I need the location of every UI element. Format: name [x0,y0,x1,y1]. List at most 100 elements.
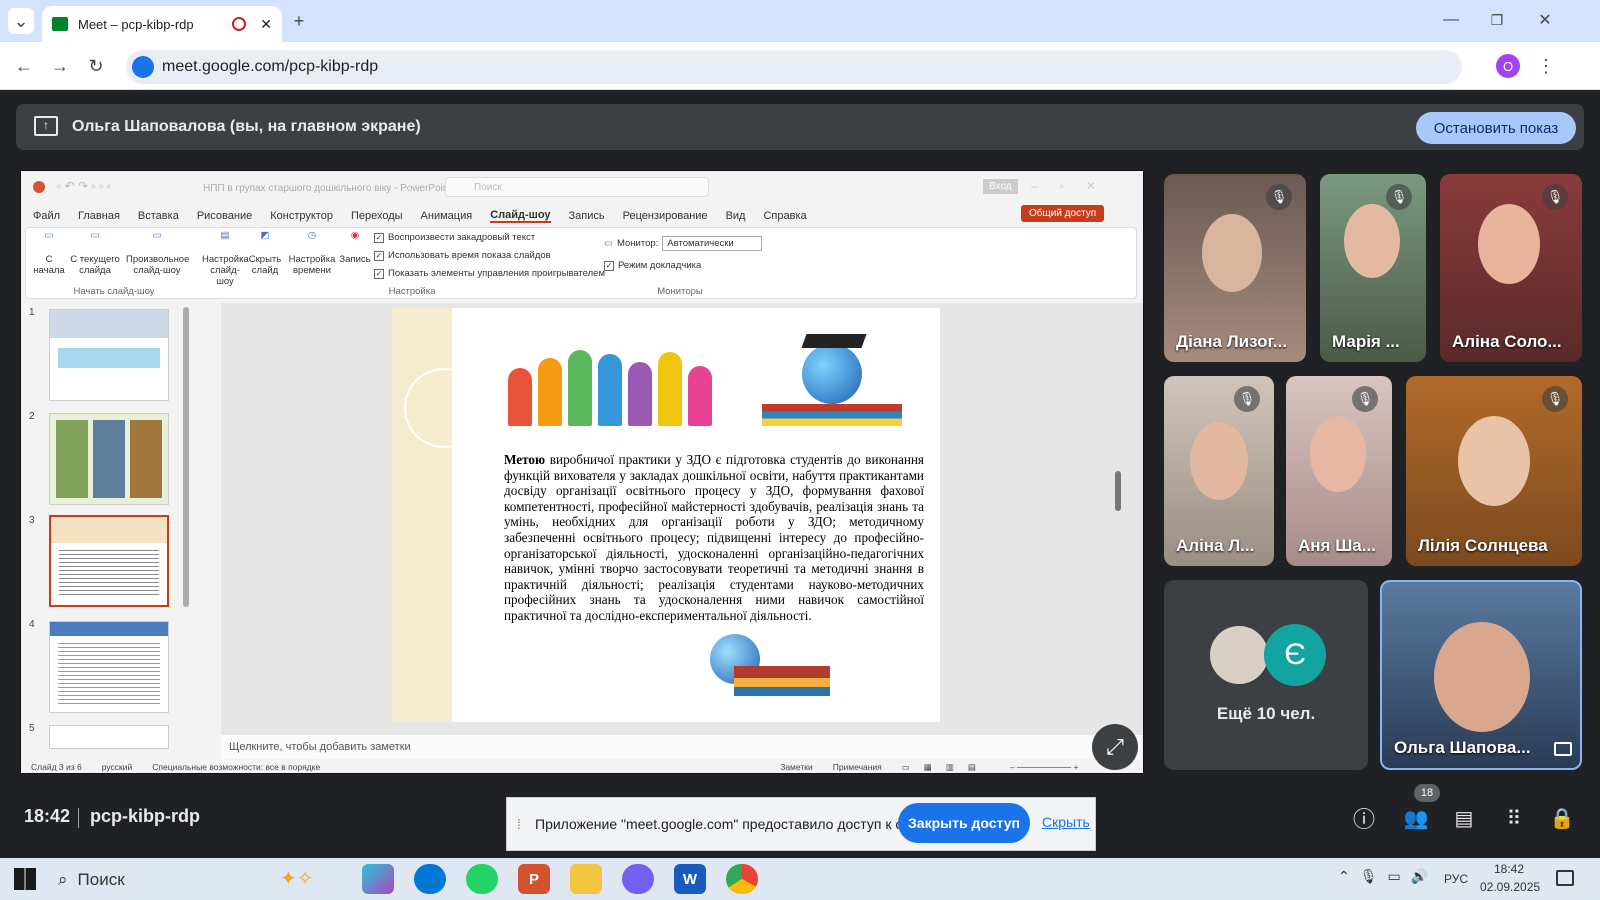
host-controls-icon[interactable]: 🔒 [1548,804,1576,832]
stop-presenting-button[interactable]: Остановить показ [1416,112,1576,144]
file-explorer-icon[interactable] [570,864,602,894]
copilot-icon[interactable] [362,864,394,894]
mic-off-icon: 🎙 [1542,386,1568,412]
ppt-menu-draw[interactable]: Рисование [197,210,252,222]
quick-access-icons[interactable]: ▫ ↶ ↷ ▫ ▫ ▫ [57,179,111,193]
from-current-button[interactable]: ▭ С текущего слайда [70,230,120,276]
participant-tile-2[interactable]: 🎙 Марія ... [1320,174,1426,362]
ppt-menu-review[interactable]: Рецензирование [623,210,708,222]
restore-icon[interactable]: ❐ [1482,6,1512,34]
slideshow-start-icon: ▭ [44,230,54,241]
participant-tile-3[interactable]: 🎙 Аліна Соло... [1440,174,1582,362]
status-notes[interactable]: Заметки [780,762,813,772]
meet-favicon-icon [52,17,68,31]
fullscreen-button[interactable]: ⤢ [1092,724,1138,770]
monitor-select[interactable]: Автоматически [662,236,763,251]
reload-icon[interactable]: ↻ [82,52,110,80]
forward-icon[interactable]: → [46,52,74,80]
browser-tab[interactable]: Meet – pcp-kibp-rdp ✕ [42,6,282,42]
participant-tile-5[interactable]: 🎙 Аня Ша... [1286,376,1392,566]
thumbs-scrollbar[interactable] [183,307,189,607]
people-icon[interactable]: 👥 [1400,804,1432,832]
hide-notice-link[interactable]: Скрыть [1042,814,1090,830]
slide-thumbnail-5[interactable] [49,725,169,749]
slide-body-text[interactable]: Метою виробничої практики у ЗДО є підгот… [504,452,924,624]
slide-scrollbar[interactable] [1115,471,1121,511]
site-info-icon[interactable] [132,56,154,78]
group-start-label: Начать слайд-шоу [73,286,155,297]
ppt-share-button[interactable]: Общий доступ [1021,205,1105,222]
edge-icon[interactable] [414,864,446,894]
ppt-menu-transitions[interactable]: Переходы [351,210,403,222]
participant-tile-6[interactable]: 🎙 Лілія Солнцева [1406,376,1582,566]
rehearse-button[interactable]: ◷ Настройка времени [288,230,336,276]
participants-count-badge: 18 [1414,784,1440,802]
notes-pane[interactable]: Щелкните, чтобы добавить заметки [221,735,1141,759]
from-start-button[interactable]: ▭ С начала [32,230,66,276]
taskbar-search[interactable]: ⌕ Поиск [58,866,278,894]
record-button[interactable]: ◉ Запись [338,230,372,265]
profile-avatar[interactable]: O [1496,54,1520,78]
status-comments[interactable]: Примечания [833,762,882,772]
whatsapp-icon[interactable] [466,864,498,894]
window-close-icon[interactable]: ✕ [1530,6,1560,34]
ppt-status-bar: Слайд 3 из 6 русский Специальные возможн… [21,759,1143,773]
chat-icon[interactable]: ▤ [1450,804,1478,832]
minimize-icon[interactable]: — [1436,6,1466,34]
group-setup-label: Настройка [388,286,436,297]
pip-icon[interactable] [1554,742,1572,756]
chrome-icon[interactable] [726,864,758,894]
tab-search-icon[interactable]: ⌄ [8,8,34,34]
ppt-menu-animation[interactable]: Анимация [421,210,473,222]
status-accessibility[interactable]: Специальные возможности: все в порядке [152,762,320,772]
presenter-view-checkbox[interactable]: ✓ Режим докладчика [604,260,701,271]
setup-show-button[interactable]: ▤ Настройка слайд-шоу [202,230,249,287]
ppt-menu-design[interactable]: Конструктор [270,210,333,222]
powerpoint-taskbar-icon[interactable]: P [518,864,550,894]
ppt-search-box[interactable]: Поиск [445,177,709,197]
windows-start-icon[interactable] [14,868,36,890]
back-icon[interactable]: ← [10,52,38,80]
new-tab-icon[interactable]: + [286,8,312,34]
ppt-menu-insert[interactable]: Вставка [138,210,179,222]
tray-icons[interactable]: ⌃🎙▭🔊 [1338,868,1438,885]
menu-dots-icon[interactable]: ⋮ [1532,52,1560,80]
narration-checkbox[interactable]: ✓ Воспроизвести закадровый текст [374,232,535,243]
word-icon[interactable]: W [674,864,706,894]
ppt-menu-file[interactable]: Файл [33,210,60,222]
ppt-window-controls[interactable]: –▫✕ [1031,179,1118,193]
omnibox[interactable]: meet.google.com/pcp-kibp-rdp [126,50,1462,84]
ppt-menu-home[interactable]: Главная [78,210,120,222]
ppt-menu-view[interactable]: Вид [726,210,746,222]
timings-checkbox[interactable]: ✓ Использовать время показа слайдов [374,250,551,261]
copilot-sparkle-icon[interactable]: ✦✧ [280,866,340,892]
notifications-icon[interactable] [1556,870,1574,886]
participant-tile-4[interactable]: 🎙 Аліна Л... [1164,376,1274,566]
participant-tile-1[interactable]: 🎙 Діана Лизог... [1164,174,1306,362]
hide-slide-button[interactable]: ◩ Скрыть слайд [248,230,282,276]
drag-handle-icon[interactable]: ⁞ [517,816,521,832]
stop-sharing-button[interactable]: Закрыть доступ [898,803,1030,843]
custom-show-button[interactable]: ▭ Произвольное слайд-шоу [126,230,189,276]
media-controls-checkbox[interactable]: ✓ Показать элементы управления проигрыват… [374,268,605,279]
view-buttons-icon[interactable]: ▭▦▥▤ [902,762,990,773]
slide-thumbnail-3-selected[interactable] [49,515,169,607]
viber-icon[interactable] [622,864,654,894]
slide-thumbnail-4[interactable] [49,621,169,713]
ppt-menu-slideshow[interactable]: Слайд-шоу [490,209,551,223]
url-text: meet.google.com/pcp-kibp-rdp [162,58,379,75]
more-participants-tile[interactable]: Є Ещё 10 чел. [1164,580,1368,770]
clock-time[interactable]: 18:42 [1494,862,1524,876]
clock-date[interactable]: 02.09.2025 [1480,880,1540,894]
input-language[interactable]: РУС [1444,872,1468,886]
ppt-menu-record[interactable]: Запись [569,210,605,222]
ppt-login[interactable]: Вход [983,179,1018,194]
zoom-slider[interactable]: – ───────── + [1010,762,1079,772]
ppt-menu-help[interactable]: Справка [763,210,806,222]
self-view-tile[interactable]: Ольга Шапова... [1380,580,1582,770]
activities-icon[interactable]: ⠿ [1500,804,1528,832]
close-tab-icon[interactable]: ✕ [260,16,272,33]
slide-thumbnail-1[interactable] [49,309,169,401]
info-icon[interactable]: ⓘ [1350,804,1378,832]
slide-thumbnail-2[interactable] [49,413,169,505]
